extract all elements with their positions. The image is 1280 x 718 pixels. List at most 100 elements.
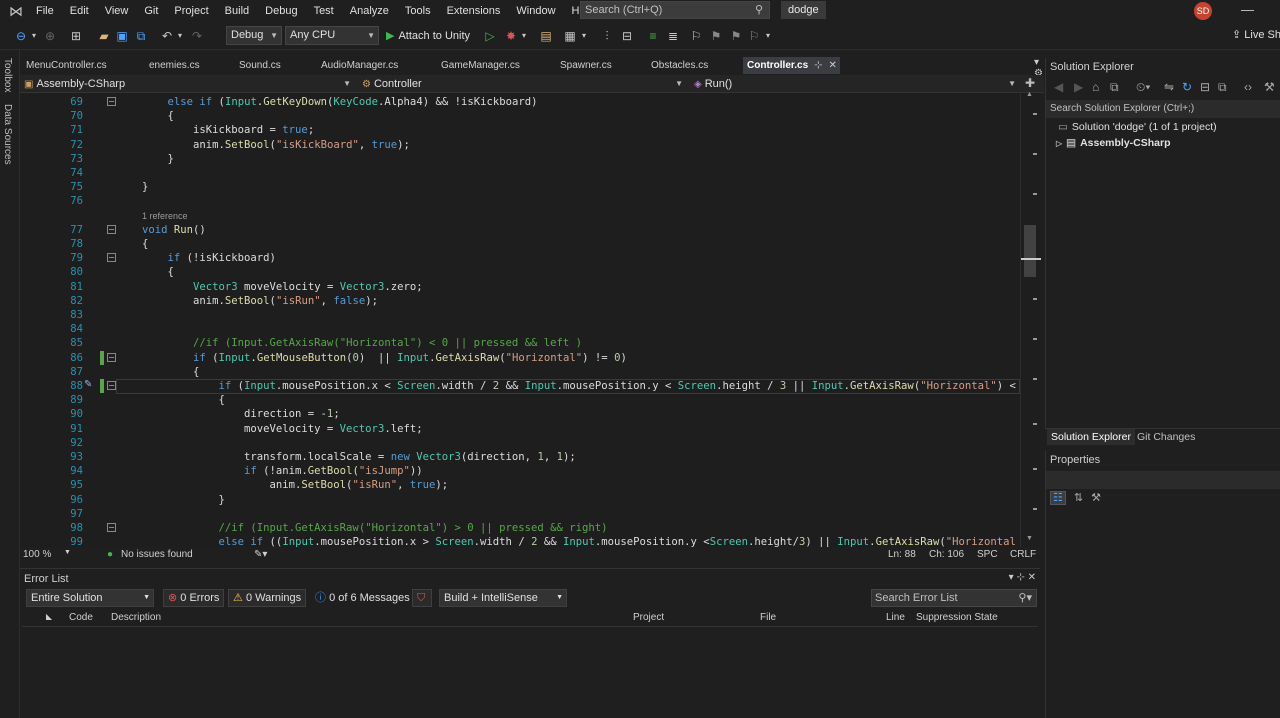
class-navigation-select[interactable]: ⚙ Controller ▼ [360, 76, 687, 92]
redo-icon[interactable]: ↷ [190, 28, 204, 44]
column-number-status[interactable]: Ch: 106 [929, 549, 964, 560]
menu-project[interactable]: Project [166, 0, 216, 22]
back-dropdown-icon[interactable]: ▾ [30, 28, 38, 44]
minimize-icon[interactable]: — [1241, 0, 1255, 22]
categorized-icon[interactable]: ☷ [1050, 491, 1066, 505]
scope-select[interactable]: Entire Solution ▼ [26, 589, 154, 607]
tab-menucontroller[interactable]: MenuController.cs [22, 57, 143, 74]
code-line[interactable]: 72 anim.SetBool("isKickBoard", true); [20, 138, 1020, 152]
code-line[interactable]: 75} [20, 180, 1020, 194]
code-line[interactable]: 76 [20, 194, 1020, 208]
tab-git-changes[interactable]: Git Changes [1133, 429, 1199, 445]
tab-gamemanager[interactable]: GameManager.cs [437, 57, 555, 74]
code-line[interactable]: 81 Vector3 moveVelocity = Vector3.zero; [20, 280, 1020, 294]
messages-filter-button[interactable]: ⓘ 0 of 6 Messages [310, 589, 415, 607]
live-share-button[interactable]: ⇪ Live Sh [1232, 28, 1280, 41]
sort-icon[interactable]: ◣ [46, 612, 52, 621]
code-line[interactable]: 95 anim.SetBool("isRun", true); [20, 478, 1020, 492]
zoom-level[interactable]: 100 % [23, 549, 51, 560]
solution-node[interactable]: ▭ Solution 'dodge' (1 of 1 project) [1058, 121, 1217, 133]
browse-icon[interactable]: ▤ [538, 28, 554, 44]
scrollbar-thumb[interactable] [1024, 225, 1036, 277]
code-line[interactable]: 94 if (!anim.GetBool("isJump")) [20, 464, 1020, 478]
collapse-icon[interactable]: − [107, 352, 116, 362]
code-line[interactable]: 97 [20, 507, 1020, 521]
next-bookmark-icon[interactable]: ⚑ [710, 28, 722, 44]
code-line[interactable]: 87 { [20, 365, 1020, 379]
bookmark-icon[interactable]: ⚐ [690, 28, 702, 44]
close-icon[interactable]: ✕ [1028, 572, 1036, 583]
toolbox-tab[interactable]: Toolbox [2, 58, 13, 92]
layout-dropdown-icon[interactable]: ▾ [580, 28, 588, 44]
tab-sound[interactable]: Sound.cs [235, 57, 317, 74]
refresh-icon[interactable]: ↻ [1182, 80, 1192, 94]
save-all-icon[interactable]: ⧉ [134, 28, 148, 44]
code-line[interactable]: 86 − if (Input.GetMouseButton(0) || Input.… [20, 350, 1020, 365]
alphabetical-icon[interactable]: ⇅ [1074, 492, 1083, 504]
forward-icon[interactable]: ⊕ [44, 28, 56, 44]
tab-enemies[interactable]: enemies.cs [145, 57, 234, 74]
code-view-icon[interactable]: ‹› [1244, 80, 1252, 94]
brush-icon[interactable]: ✎▾ [254, 549, 267, 560]
back-icon[interactable]: ⊖ [14, 28, 28, 44]
project-node[interactable]: ▷ ▤ Assembly-CSharp [1056, 137, 1171, 149]
step-icon[interactable]: ⫶ [600, 28, 614, 44]
uncomment-lines-icon[interactable]: ≣ [666, 28, 680, 44]
menu-git[interactable]: Git [136, 0, 166, 22]
platform-select[interactable]: Any CPU ▼ [285, 26, 379, 45]
code-line[interactable]: 80 { [20, 265, 1020, 279]
warnings-filter-button[interactable]: ⚠ 0 Warnings [228, 589, 307, 607]
avatar[interactable]: SD [1194, 2, 1212, 20]
code-line[interactable]: 98 − //if (Input.GetAxisRaw("Horizontal") … [20, 521, 1020, 535]
column-description[interactable]: Description [111, 612, 161, 623]
menu-edit[interactable]: Edit [62, 0, 97, 22]
code-line[interactable]: 91 moveVelocity = Vector3.left; [20, 422, 1020, 436]
issues-status[interactable]: No issues found [121, 549, 193, 560]
solution-explorer-search-input[interactable]: Search Solution Explorer (Ctrl+;) [1046, 100, 1280, 118]
code-line[interactable]: 85 //if (Input.GetAxisRaw("Horizontal") <… [20, 336, 1020, 350]
code-line[interactable]: 96} [20, 493, 1020, 507]
pending-changes-icon[interactable]: ⏲▾ [1136, 80, 1150, 95]
filter-icon[interactable]: ⛉ [412, 589, 432, 607]
collapse-icon[interactable]: − [107, 224, 116, 234]
column-file[interactable]: File [760, 612, 776, 623]
clear-bookmarks-icon[interactable]: ⚐ [748, 28, 760, 44]
collapse-icon[interactable]: − [107, 253, 116, 263]
code-editor[interactable]: 69 − else if (Input.GetKeyDown(KeyCode.Alp… [20, 93, 1020, 547]
line-ending-status[interactable]: CRLF [1010, 549, 1036, 560]
member-navigation-select[interactable]: ◈ Run() ▼ [692, 76, 1020, 92]
undo-icon[interactable]: ↶ [160, 28, 174, 44]
tab-obstacles[interactable]: Obstacles.cs [647, 57, 742, 74]
tab-solution-explorer[interactable]: Solution Explorer [1047, 429, 1135, 445]
properties-wrench-icon[interactable]: ⚒ [1264, 80, 1275, 94]
menu-analyze[interactable]: Analyze [342, 0, 397, 22]
code-line[interactable]: 77 − void Run() [20, 223, 1020, 237]
collapse-icon[interactable]: − [107, 97, 116, 106]
code-line[interactable]: 71 isKickboard = true; [20, 123, 1020, 137]
open-folder-icon[interactable]: ▰ [98, 28, 110, 44]
tab-audiomanager[interactable]: AudioManager.cs [317, 57, 436, 74]
collapse-icon[interactable]: − [107, 381, 116, 390]
project-navigation-select[interactable]: ▣ Assembly-CSharp ▼ [22, 76, 355, 92]
menu-extensions[interactable]: Extensions [439, 0, 509, 22]
split-editor-icon[interactable]: ✚ [1025, 76, 1035, 90]
column-project[interactable]: Project [633, 612, 664, 623]
column-code[interactable]: Code [69, 612, 93, 623]
expand-arrow-icon[interactable]: ▷ [1056, 139, 1062, 148]
code-line[interactable]: 1 reference [20, 209, 1020, 223]
solution-name-badge[interactable]: dodge [781, 1, 826, 19]
find-in-files-icon[interactable]: ⊟ [620, 28, 634, 44]
tab-controller[interactable]: Controller.cs ⊹ ✕ [743, 57, 840, 74]
column-line[interactable]: Line [886, 612, 905, 623]
collapse-icon[interactable]: − [107, 523, 116, 532]
toolbar-overflow-icon[interactable]: ▾ [764, 28, 772, 44]
code-line[interactable]: 73} [20, 152, 1020, 166]
visual-studio-logo-icon[interactable]: ⋈ [4, 1, 28, 21]
line-number-status[interactable]: Ln: 88 [888, 549, 916, 560]
new-item-icon[interactable]: ⊞ [68, 28, 84, 44]
code-line[interactable]: 70 { [20, 109, 1020, 123]
error-list-search-input[interactable]: Search Error List ⚲▾ [871, 589, 1037, 607]
layout-icon[interactable]: ▦ [562, 28, 578, 44]
properties-object-select[interactable] [1046, 471, 1280, 489]
configuration-select[interactable]: Debug ▼ [226, 26, 282, 45]
